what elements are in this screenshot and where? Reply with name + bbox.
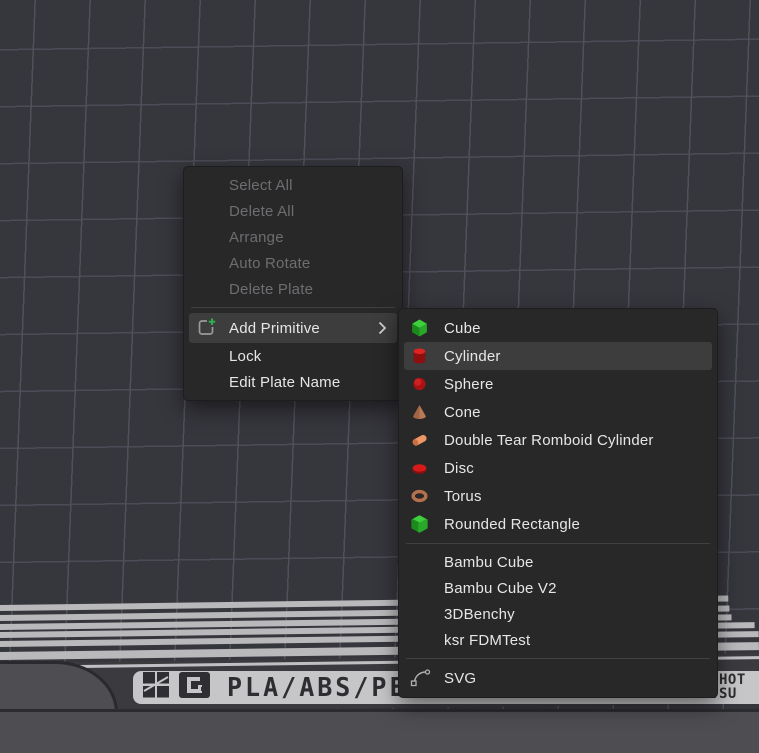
submenu-item-ksr-fdmtest[interactable]: ksr FDMTest	[404, 627, 712, 653]
submenu-item-label: Cube	[444, 320, 481, 337]
disc-icon	[410, 459, 429, 478]
submenu-item-3dbenchy[interactable]: 3DBenchy	[404, 601, 712, 627]
submenu-item-label: SVG	[444, 670, 476, 687]
menu-item-arrange[interactable]: Arrange	[189, 224, 397, 250]
menu-separator	[191, 307, 395, 308]
menu-item-add-primitive[interactable]: Add Primitive	[189, 313, 397, 343]
submenu-item-sphere[interactable]: Sphere	[404, 370, 712, 398]
sphere-icon	[410, 375, 429, 394]
menu-item-edit-plate-name[interactable]: Edit Plate Name	[189, 369, 397, 395]
menu-item-lock[interactable]: Lock	[189, 343, 397, 369]
add-primitive-icon	[195, 317, 217, 339]
hot-surface-label: HOT SU	[719, 673, 759, 701]
menu-item-delete-all[interactable]: Delete All	[189, 198, 397, 224]
menu-item-label: Delete Plate	[229, 281, 313, 298]
menu-separator	[406, 543, 710, 544]
submenu-item-label: Torus	[444, 488, 482, 505]
submenu-item-bambu-cube-v2[interactable]: Bambu Cube V2	[404, 575, 712, 601]
submenu-item-label: Double Tear Romboid Cylinder	[444, 432, 654, 449]
hot-surface-line2: SU	[719, 686, 737, 701]
bambu-logo	[143, 672, 170, 703]
submenu-item-label: Disc	[444, 460, 474, 477]
chevron-right-icon	[378, 321, 387, 335]
menu-item-select-all[interactable]: Select All	[189, 172, 397, 198]
submenu-item-label: Rounded Rectangle	[444, 516, 580, 533]
menu-separator	[406, 658, 710, 659]
viewport-3d[interactable]: PLA/ABS/PETG HOT SU Select All Delete Al…	[0, 0, 759, 753]
menu-item-label: Add Primitive	[229, 320, 320, 337]
plate-outside-area	[0, 709, 759, 753]
submenu-item-double-tear-romboid-cylinder[interactable]: Double Tear Romboid Cylinder	[404, 426, 712, 454]
submenu-item-svg[interactable]: SVG	[404, 664, 712, 692]
submenu-item-label: Sphere	[444, 376, 494, 393]
submenu-item-label: Bambu Cube	[444, 554, 534, 571]
cube-icon	[410, 319, 429, 338]
menu-item-auto-rotate[interactable]: Auto Rotate	[189, 250, 397, 276]
menu-item-label: Select All	[229, 177, 293, 194]
rounded-rectangle-icon	[410, 515, 429, 534]
submenu-item-cone[interactable]: Cone	[404, 398, 712, 426]
torus-icon	[410, 487, 429, 506]
submenu-item-rounded-rectangle[interactable]: Rounded Rectangle	[404, 510, 712, 538]
menu-item-label: Auto Rotate	[229, 255, 310, 272]
submenu-item-cylinder[interactable]: Cylinder	[404, 342, 712, 370]
add-primitive-submenu: Cube Cylinder Sphere	[398, 308, 718, 698]
menu-item-label: Delete All	[229, 203, 294, 220]
menu-item-label: Edit Plate Name	[229, 374, 340, 391]
submenu-item-torus[interactable]: Torus	[404, 482, 712, 510]
submenu-item-label: 3DBenchy	[444, 606, 515, 623]
submenu-item-label: ksr FDMTest	[444, 632, 530, 649]
cone-icon	[410, 403, 429, 422]
romboid-cylinder-icon	[410, 431, 429, 450]
g-logo	[179, 672, 210, 703]
menu-item-label: Lock	[229, 348, 262, 365]
bezier-curve-icon	[410, 668, 431, 689]
menu-item-label: Arrange	[229, 229, 284, 246]
context-menu: Select All Delete All Arrange Auto Rotat…	[183, 166, 403, 401]
submenu-item-label: Cone	[444, 404, 481, 421]
submenu-item-label: Cylinder	[444, 348, 501, 365]
cylinder-icon	[410, 347, 429, 366]
submenu-item-bambu-cube[interactable]: Bambu Cube	[404, 549, 712, 575]
submenu-item-label: Bambu Cube V2	[444, 580, 557, 597]
submenu-item-disc[interactable]: Disc	[404, 454, 712, 482]
menu-item-delete-plate[interactable]: Delete Plate	[189, 276, 397, 302]
submenu-item-cube[interactable]: Cube	[404, 314, 712, 342]
